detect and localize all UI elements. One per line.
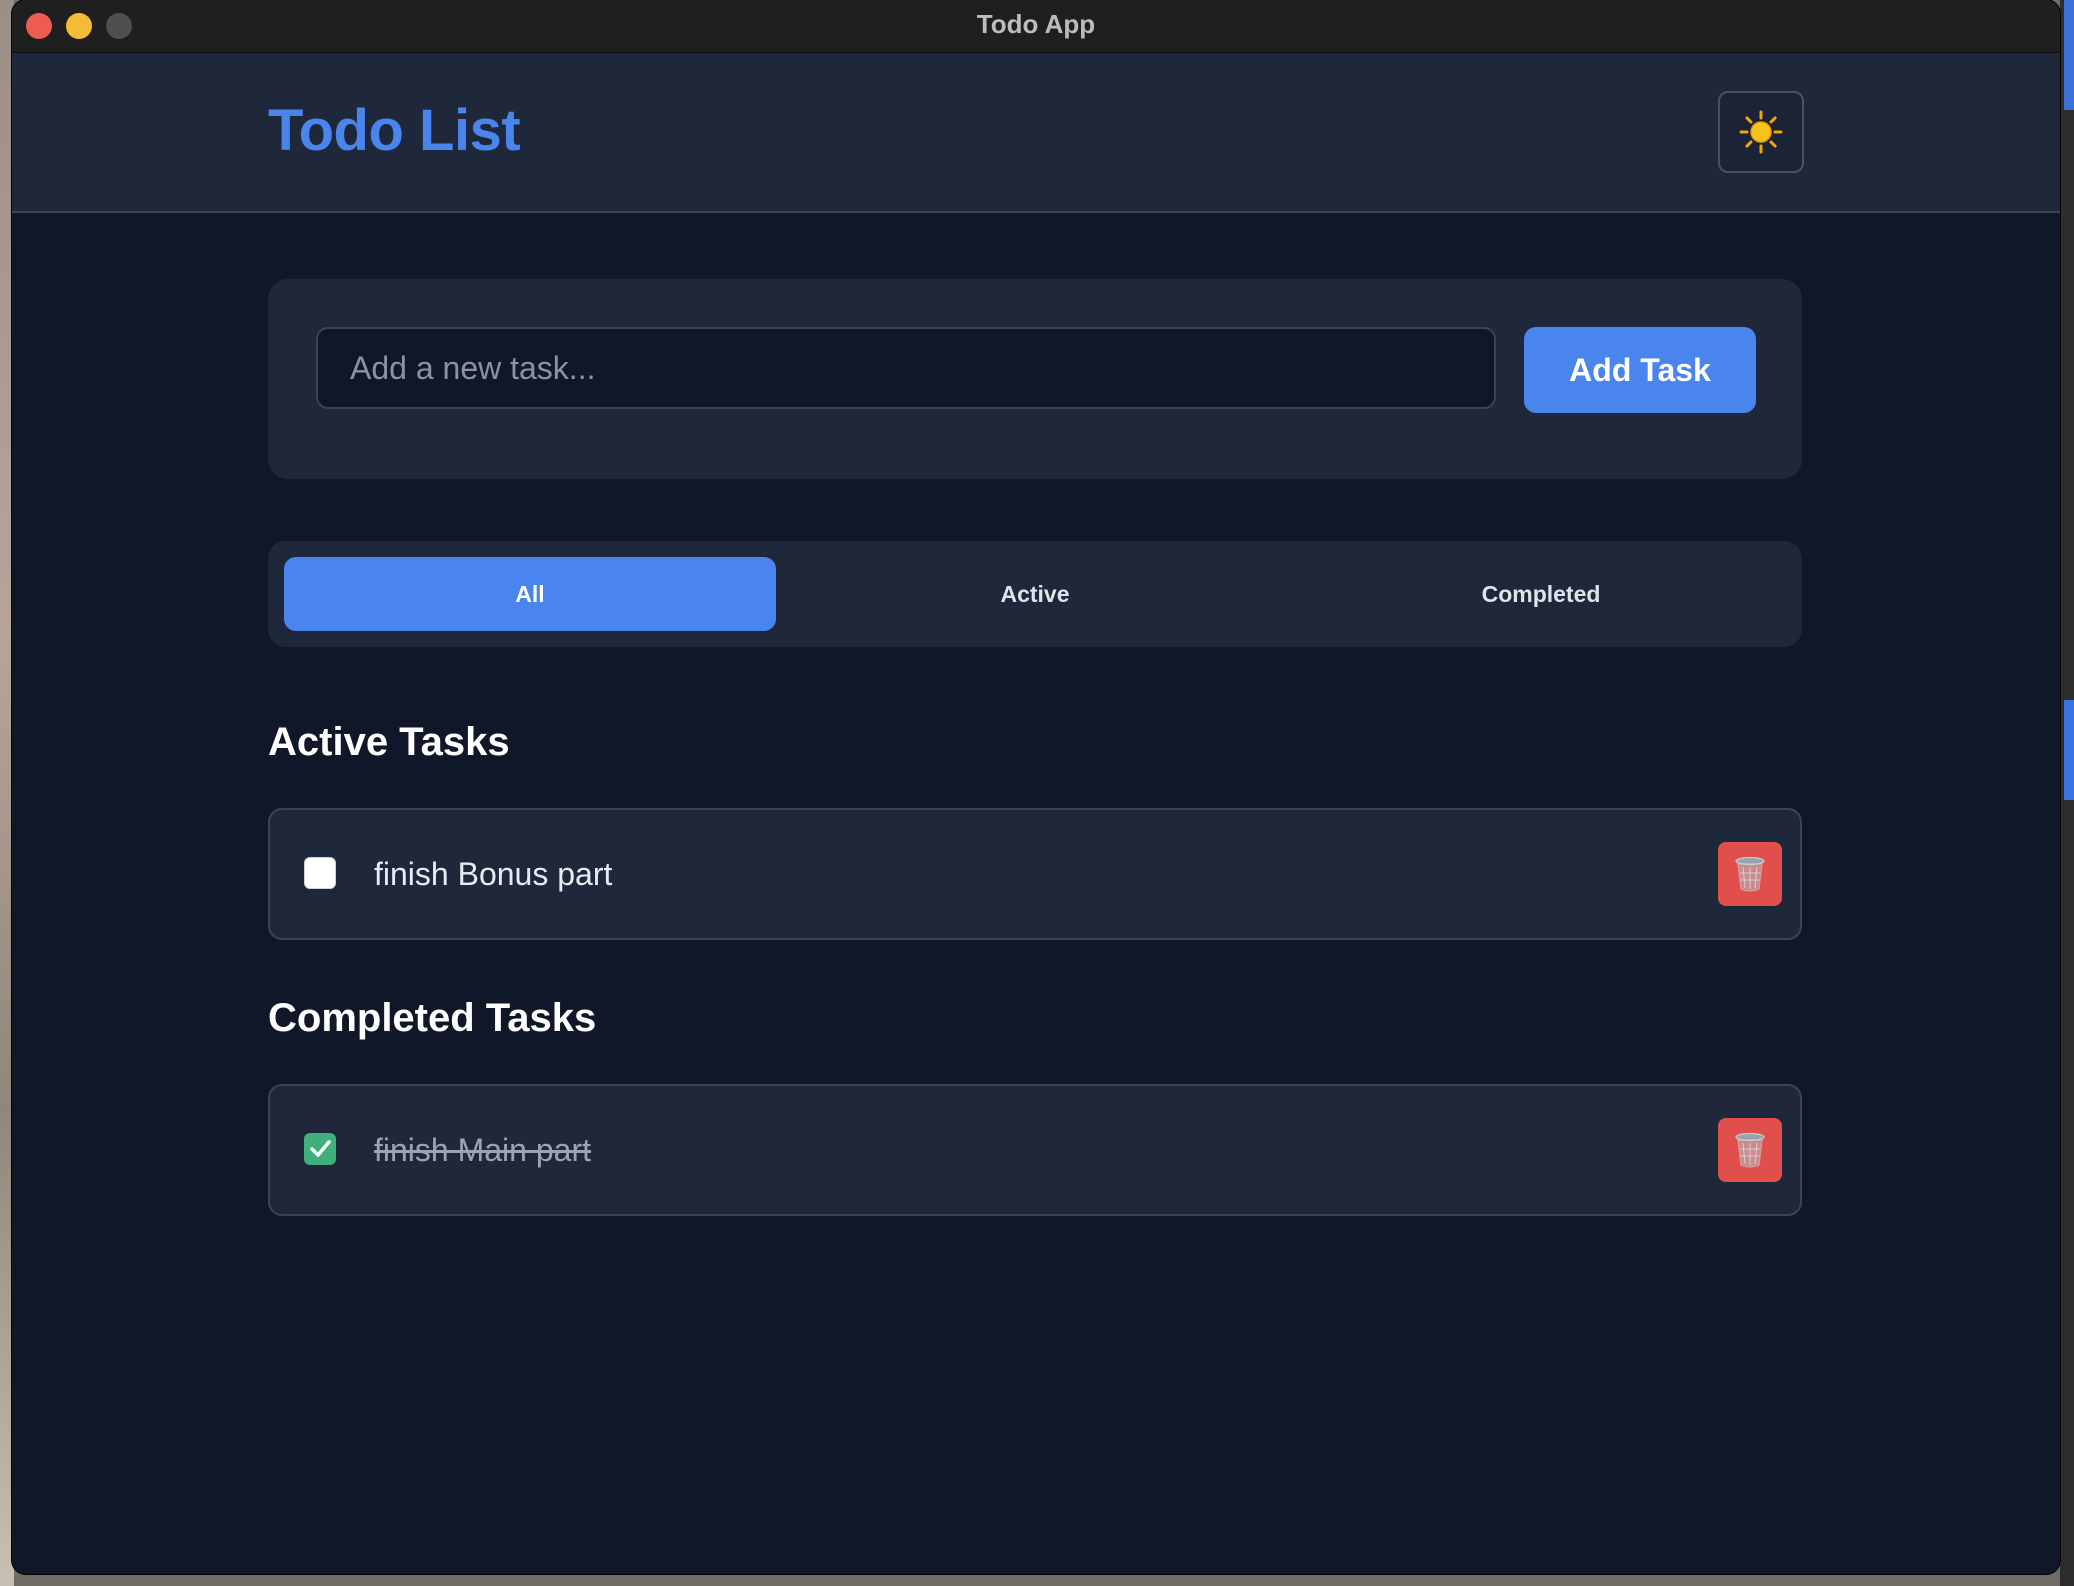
new-task-input[interactable] (316, 327, 1496, 409)
desktop-background-right (2060, 0, 2074, 1586)
tab-active[interactable]: Active (789, 557, 1281, 631)
window-title: Todo App (976, 9, 1096, 39)
desktop-window-edge (2064, 0, 2074, 110)
task-checkbox[interactable] (304, 857, 336, 889)
checkmark-icon (310, 1140, 331, 1157)
desktop-window-edge (2064, 700, 2074, 800)
task-item: finish Bonus part (268, 808, 1802, 940)
task-item: finish Main part (268, 1084, 1802, 1216)
window-titlebar: Todo App (12, 0, 2060, 53)
completed-tasks-heading: Completed Tasks (268, 996, 597, 1040)
theme-toggle-button[interactable] (1718, 91, 1804, 173)
add-task-button[interactable]: Add Task (1524, 327, 1756, 413)
trash-icon (1735, 1132, 1765, 1168)
task-checkbox[interactable] (304, 1133, 336, 1165)
task-text: finish Main part (374, 1132, 591, 1168)
delete-task-button[interactable] (1718, 1118, 1782, 1182)
tab-completed[interactable]: Completed (1295, 557, 1787, 631)
filter-tabs: All Active Completed (268, 541, 1802, 647)
delete-task-button[interactable] (1718, 842, 1782, 906)
trash-icon (1735, 856, 1765, 892)
app-header: Todo List (12, 53, 2060, 213)
app-window: Todo App Todo List Add Task (12, 0, 2060, 1574)
active-tasks-heading: Active Tasks (268, 720, 510, 764)
task-text: finish Bonus part (374, 856, 613, 892)
page-title: Todo List (268, 98, 521, 163)
add-task-panel: Add Task (268, 279, 1802, 479)
sun-icon (1739, 110, 1783, 154)
tab-all[interactable]: All (284, 557, 776, 631)
